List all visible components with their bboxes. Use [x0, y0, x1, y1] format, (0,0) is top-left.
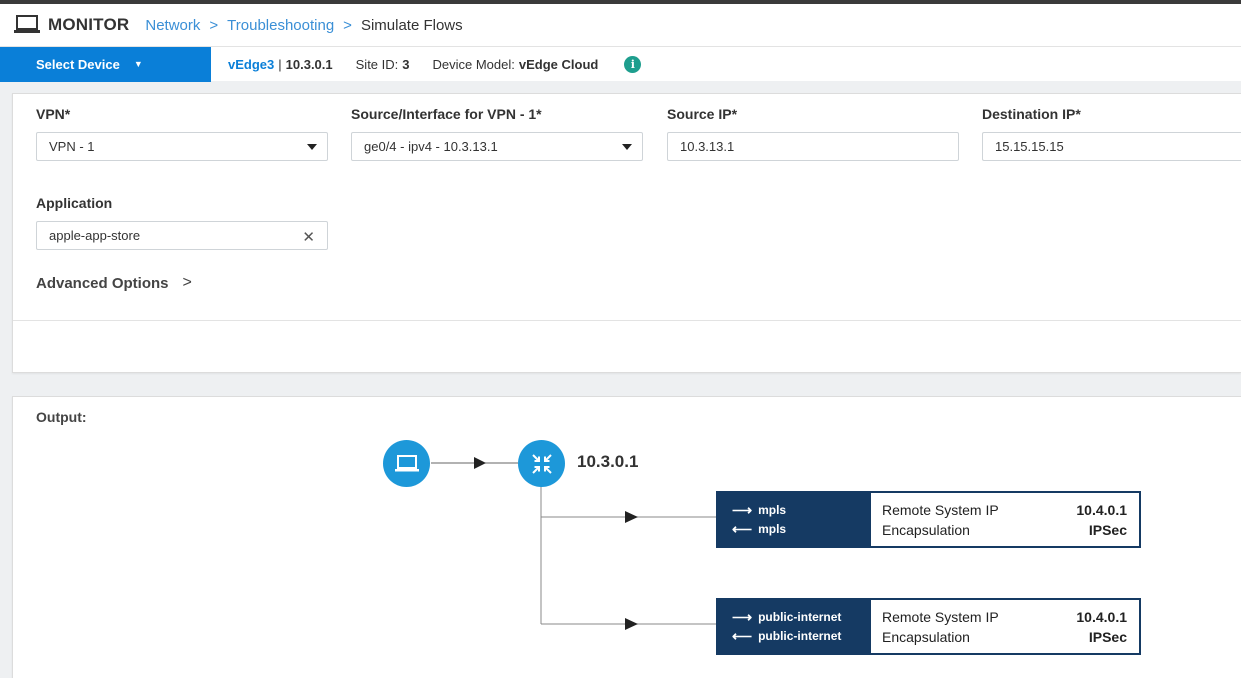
- divider: [13, 320, 1241, 321]
- arrow-left-icon: ⟵: [732, 521, 753, 537]
- device-model-value: vEdge Cloud: [518, 56, 599, 72]
- device-bar: Select Device ▼ vEdge3 | 10.3.0.1 Site I…: [0, 46, 1241, 82]
- tunnel-details: Remote System IP 10.4.0.1 Encapsulation IP…: [871, 600, 1139, 653]
- arrow-right-icon: ⟶: [732, 502, 753, 518]
- laptop-icon: [394, 454, 419, 471]
- chevron-right-icon: >: [182, 274, 192, 291]
- select-device-button[interactable]: Select Device ▼: [0, 46, 211, 82]
- remote-system-ip-label: Remote System IP: [882, 501, 999, 518]
- host-node: [383, 440, 430, 487]
- destination-ip-value: 15.15.15.15: [995, 139, 1064, 154]
- breadcrumb-network[interactable]: Network: [145, 17, 200, 34]
- site-id-value: 3: [402, 56, 410, 72]
- caret-down-icon: ▼: [133, 59, 143, 69]
- source-interface-value: ge0/4 - ipv4 - 10.3.13.1: [364, 139, 498, 154]
- application-input[interactable]: apple-app-store ✕: [36, 221, 328, 250]
- page-title: MONITOR: [48, 15, 130, 34]
- caret-down-icon: [622, 144, 632, 150]
- select-device-label: Select Device: [36, 56, 120, 72]
- output-panel: Output: 10.3.0.1 ⟶ mpls ⟵ mpls Remote Sy…: [12, 396, 1241, 678]
- destination-ip-input[interactable]: 15.15.15.15: [982, 132, 1241, 161]
- caret-down-icon: [307, 144, 317, 150]
- remote-system-ip-value: 10.4.0.1: [1076, 608, 1127, 625]
- vpn-select[interactable]: VPN - 1: [36, 132, 328, 161]
- router-node: [518, 440, 565, 487]
- device-name: vEdge3: [228, 56, 275, 72]
- remote-system-ip-value: 10.4.0.1: [1076, 501, 1127, 518]
- simulate-flows-form: VPN* VPN - 1 Source/Interface for VPN - …: [12, 93, 1241, 373]
- arrow-right-icon: ⟶: [732, 609, 753, 625]
- info-icon[interactable]: i: [624, 55, 642, 73]
- tunnel-card-public-internet: ⟶ public-internet ⟵ public-internet Remote…: [716, 598, 1141, 655]
- source-ip-value: 10.3.13.1: [680, 139, 735, 154]
- arrow-left-icon: ⟵: [732, 628, 753, 644]
- remote-system-ip-label: Remote System IP: [882, 608, 999, 625]
- tunnel-inbound: mpls: [758, 522, 787, 536]
- source-interface-label: Source/Interface for VPN - 1*: [351, 106, 542, 122]
- source-ip-input[interactable]: 10.3.13.1: [667, 132, 959, 161]
- source-interface-select[interactable]: ge0/4 - ipv4 - 10.3.13.1: [351, 132, 643, 161]
- breadcrumb-troubleshooting[interactable]: Troubleshooting: [227, 17, 334, 34]
- tunnel-outbound: mpls: [758, 503, 787, 517]
- close-icon[interactable]: ✕: [302, 228, 315, 246]
- destination-ip-label: Destination IP*: [982, 106, 1081, 122]
- device-model-label: Device Model:: [432, 56, 515, 72]
- tunnel-card-mpls: ⟶ mpls ⟵ mpls Remote System IP 10.4.0.1 Enc…: [716, 491, 1141, 548]
- encapsulation-value: IPSec: [1088, 628, 1127, 645]
- device-info: vEdge3 | 10.3.0.1 Site ID: 3 Device Mode…: [211, 55, 642, 73]
- page-header: MONITOR Network > Troubleshooting > Simu…: [0, 4, 1241, 46]
- breadcrumb-separator: >: [343, 16, 352, 34]
- tunnel-inbound: public-internet: [758, 629, 842, 643]
- advanced-options-toggle[interactable]: Advanced Options >: [36, 274, 192, 292]
- vpn-select-value: VPN - 1: [49, 139, 95, 154]
- device-ip: 10.3.0.1: [285, 56, 333, 72]
- laptop-icon: [14, 15, 40, 33]
- tunnel-details: Remote System IP 10.4.0.1 Encapsulation IP…: [871, 493, 1139, 546]
- router-icon: [531, 453, 552, 474]
- tunnel-direction: ⟶ public-internet ⟵ public-internet: [718, 600, 871, 653]
- device-separator: |: [278, 56, 282, 72]
- encapsulation-label: Encapsulation: [882, 521, 970, 538]
- source-ip-label: Source IP*: [667, 106, 738, 122]
- router-ip: 10.3.0.1: [577, 452, 639, 471]
- tunnel-direction: ⟶ mpls ⟵ mpls: [718, 493, 871, 546]
- encapsulation-value: IPSec: [1088, 521, 1127, 538]
- advanced-options-label: Advanced Options: [36, 274, 169, 292]
- application-value: apple-app-store: [49, 228, 141, 243]
- breadcrumb-simulate-flows: Simulate Flows: [360, 16, 463, 34]
- application-label: Application: [36, 195, 113, 211]
- tunnel-outbound: public-internet: [758, 610, 842, 624]
- vpn-label: VPN*: [36, 106, 71, 122]
- breadcrumb-separator: >: [209, 16, 219, 34]
- site-id-label: Site ID:: [355, 56, 399, 72]
- encapsulation-label: Encapsulation: [882, 628, 970, 645]
